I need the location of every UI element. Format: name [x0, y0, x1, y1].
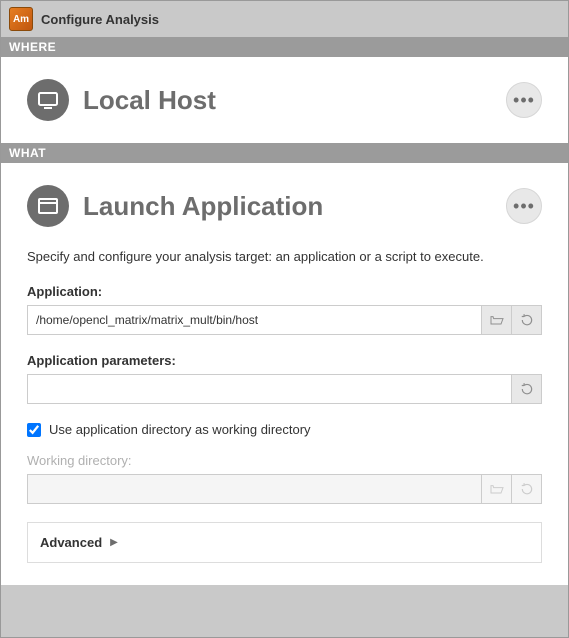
titlebar-title: Configure Analysis: [41, 12, 159, 27]
folder-open-icon: [489, 481, 505, 497]
app-icon: Am: [9, 7, 33, 31]
working-dir-reset-button: [512, 474, 542, 504]
more-icon: •••: [513, 197, 535, 215]
what-header: WHAT: [1, 143, 568, 163]
what-more-button[interactable]: •••: [506, 188, 542, 224]
more-icon: •••: [513, 91, 535, 109]
app-window-icon: [27, 185, 69, 227]
where-title: Local Host: [83, 85, 506, 116]
working-dir-browse-button: [482, 474, 512, 504]
where-body: Local Host •••: [1, 57, 568, 143]
reset-icon: [520, 482, 534, 496]
advanced-toggle[interactable]: Advanced ▶: [27, 522, 542, 563]
params-input[interactable]: [27, 374, 512, 404]
working-dir-label: Working directory:: [27, 453, 542, 468]
where-more-button[interactable]: •••: [506, 82, 542, 118]
what-body: Launch Application ••• Specify and confi…: [1, 163, 568, 585]
use-app-dir-label: Use application directory as working dir…: [49, 422, 311, 437]
monitor-icon: [27, 79, 69, 121]
reset-icon: [520, 313, 534, 327]
advanced-label: Advanced: [40, 535, 102, 550]
application-input[interactable]: [27, 305, 482, 335]
reset-icon: [520, 382, 534, 396]
working-dir-input: [27, 474, 482, 504]
what-description: Specify and configure your analysis targ…: [27, 249, 542, 264]
application-reset-button[interactable]: [512, 305, 542, 335]
params-reset-button[interactable]: [512, 374, 542, 404]
chevron-right-icon: ▶: [110, 537, 118, 548]
what-title: Launch Application: [83, 191, 506, 222]
application-label: Application:: [27, 284, 542, 299]
params-label: Application parameters:: [27, 353, 542, 368]
use-app-dir-checkbox[interactable]: [27, 423, 41, 437]
where-header: WHERE: [1, 37, 568, 57]
folder-open-icon: [489, 312, 505, 328]
app-icon-text: Am: [13, 14, 29, 25]
titlebar: Am Configure Analysis: [1, 1, 568, 37]
application-browse-button[interactable]: [482, 305, 512, 335]
